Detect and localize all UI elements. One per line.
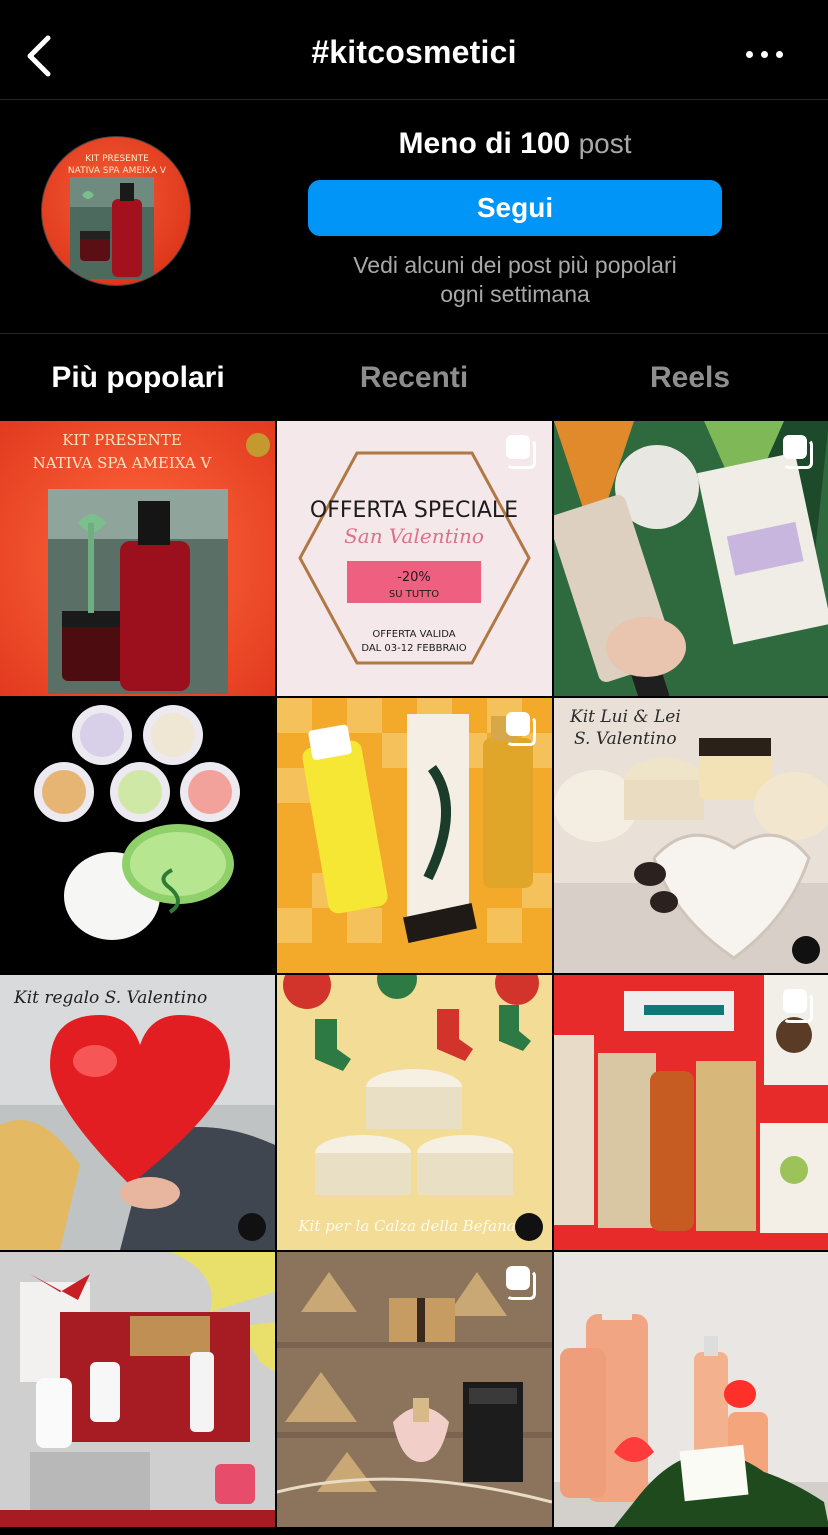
post-tile[interactable] (0, 1252, 275, 1527)
post-image: Kit regalo S. Valentino (0, 975, 275, 1250)
svg-text:OFFERTA SPECIALE: OFFERTA SPECIALE (310, 498, 518, 523)
hashtag-avatar: KIT PRESENTE NATIVA SPA AMEIXA V (41, 136, 191, 286)
top-bar: #kitcosmetici (0, 0, 828, 100)
svg-text:S. Valentino: S. Valentino (574, 729, 677, 749)
more-options-button[interactable] (742, 40, 788, 68)
avatar-image: KIT PRESENTE NATIVA SPA AMEIXA V (68, 154, 167, 279)
svg-text:SU TUTTO: SU TUTTO (389, 589, 439, 600)
svg-text:KIT PRESENTE: KIT PRESENTE (62, 431, 182, 449)
post-image: Kit per la Calza della Befana (277, 975, 552, 1250)
post-image (554, 1252, 828, 1527)
feed-tabs: Più popolari Recenti Reels (0, 335, 828, 420)
post-tile[interactable]: Kit regalo S. Valentino (0, 975, 275, 1250)
tab-recent[interactable]: Recenti (276, 335, 552, 420)
svg-text:NATIVA SPA AMEIXA V: NATIVA SPA AMEIXA V (33, 454, 213, 472)
svg-text:Kit per la Calza della Befana: Kit per la Calza della Befana (297, 1217, 515, 1235)
svg-text:OFFERTA VALIDA: OFFERTA VALIDA (372, 629, 455, 640)
tab-reels[interactable]: Reels (552, 335, 828, 420)
post-tile[interactable] (554, 421, 828, 696)
post-tile[interactable]: KIT PRESENTE NATIVA SPA AMEIXA V (0, 421, 275, 696)
svg-text:NATIVA SPA AMEIXA V: NATIVA SPA AMEIXA V (68, 166, 167, 176)
post-image (0, 698, 275, 973)
post-image: KIT PRESENTE NATIVA SPA AMEIXA V (0, 421, 275, 696)
svg-text:Kit regalo S. Valentino: Kit regalo S. Valentino (13, 988, 207, 1008)
multiple-posts-icon (506, 435, 536, 469)
svg-text:KIT PRESENTE: KIT PRESENTE (85, 154, 149, 164)
post-tile[interactable]: Kit Lui & Lei S. Valentino (554, 698, 828, 973)
post-tile[interactable] (554, 1252, 828, 1527)
post-count: Meno di 100 post (308, 127, 722, 161)
hashtag-header: KIT PRESENTE NATIVA SPA AMEIXA V Meno di… (0, 101, 828, 334)
multiple-posts-icon (506, 712, 536, 746)
post-tile[interactable] (277, 1252, 552, 1527)
svg-text:-20%: -20% (397, 570, 431, 585)
post-count-unit: post (578, 128, 632, 159)
hint-text: Vedi alcuni dei post più popolari ogni s… (353, 252, 677, 307)
post-image (0, 1252, 275, 1527)
svg-text:San Valentino: San Valentino (344, 524, 484, 548)
multiple-posts-icon (506, 1266, 536, 1300)
svg-text:Kit Lui & Lei: Kit Lui & Lei (569, 707, 681, 727)
multiple-posts-icon (783, 435, 813, 469)
tab-top[interactable]: Più popolari (0, 335, 276, 420)
post-tile[interactable] (554, 975, 828, 1250)
page-title: #kitcosmetici (311, 34, 517, 70)
post-tile[interactable] (277, 698, 552, 973)
post-tile[interactable]: OFFERTA SPECIALE San Valentino -20% SU T… (277, 421, 552, 696)
post-count-number: Meno di 100 (398, 127, 571, 160)
post-tile[interactable] (0, 698, 275, 973)
svg-text:DAL 03-12 FEBBRAIO: DAL 03-12 FEBBRAIO (361, 643, 466, 654)
follow-button[interactable]: Segui (308, 180, 722, 236)
multiple-posts-icon (783, 989, 813, 1023)
post-image: Kit Lui & Lei S. Valentino (554, 698, 828, 973)
post-tile[interactable]: Kit per la Calza della Befana (277, 975, 552, 1250)
more-horizontal-icon (746, 51, 753, 58)
